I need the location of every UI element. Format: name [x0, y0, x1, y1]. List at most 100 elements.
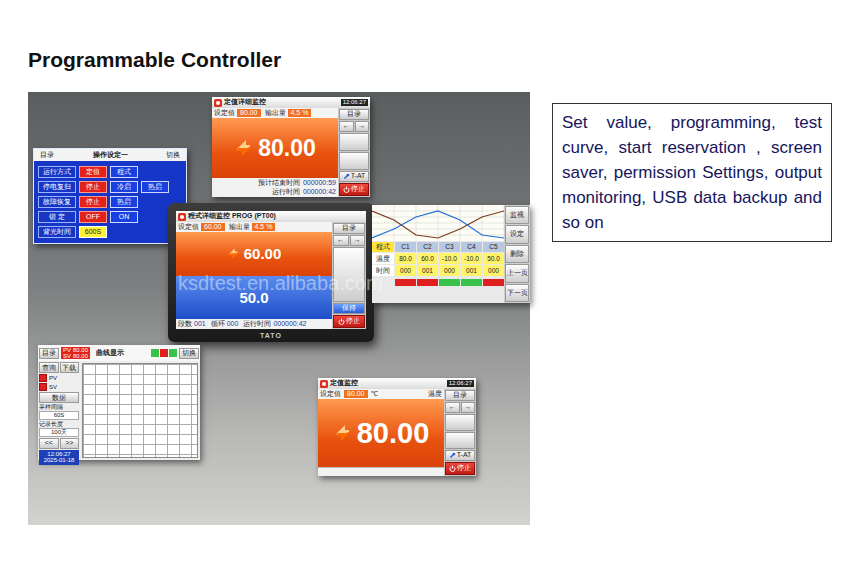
series-checkbox[interactable]: PV	[39, 374, 79, 382]
watermark: ksdtest.en.alibaba.com	[178, 272, 383, 295]
operation-screen: 目录操作设定一切换运行方式定值程式停电复归停止冷启热启故障恢复停止热启锁 定OF…	[33, 148, 187, 244]
side-button[interactable]: 上一页	[505, 264, 529, 282]
pv-panel: 80.00	[212, 118, 338, 178]
arrow-button[interactable]: →	[461, 402, 476, 413]
arrow-button[interactable]: ←	[445, 402, 460, 413]
arrow-button[interactable]: ←	[339, 121, 354, 132]
side-button[interactable]: 删除	[505, 245, 529, 263]
setting-row: 停电复归停止冷启热启	[38, 181, 182, 193]
program-detail-screen: 程式详细监控 PROG (PT00)设定值60.00输出量4.5 %60.005…	[176, 211, 366, 329]
reading-value: 4.5 %	[288, 109, 312, 117]
stop-button[interactable]: 停止	[445, 462, 475, 475]
side-button[interactable]: 设定	[505, 225, 529, 243]
setting-row: 故障恢复停止热启	[38, 196, 182, 208]
setting-option[interactable]: 停止	[79, 181, 107, 193]
setting-option[interactable]: OFF	[79, 211, 107, 223]
tune-button[interactable]: T-AT	[339, 171, 369, 182]
menu-button[interactable]: 目录	[37, 151, 57, 159]
checkbox[interactable]	[39, 383, 47, 391]
table-cell[interactable]: -10.0	[461, 253, 482, 264]
menu-button[interactable]: 目录	[445, 390, 475, 401]
checkbox[interactable]	[39, 374, 47, 382]
sv-value: 50.0	[239, 290, 268, 305]
setpoint-value[interactable]: 80.00	[344, 390, 368, 398]
status-indicator	[461, 279, 482, 286]
tool-button[interactable]: 下载	[60, 362, 80, 373]
setting-option[interactable]: 600S	[79, 226, 107, 238]
feature-description: Set value, programming, test curve, star…	[552, 103, 832, 242]
heat-cool-icon	[234, 138, 254, 158]
status-indicator	[483, 279, 504, 286]
wrench-icon	[343, 173, 350, 180]
info-value: 000000:42	[303, 188, 336, 196]
page-button[interactable]: <<	[39, 438, 59, 449]
setting-option[interactable]: 程式	[110, 166, 138, 178]
date-time: 12:06:272025-01-18	[39, 450, 79, 466]
table-cell[interactable]: 000	[439, 265, 460, 276]
arrow-button[interactable]: →	[355, 121, 370, 132]
status-indicator	[439, 279, 460, 286]
info-label: 段数	[178, 320, 192, 328]
setting-option[interactable]: ON	[110, 211, 138, 223]
curve-grid	[82, 363, 198, 458]
program-curve-screen: 程式C1C2C3C4C5温度80.060.0-10.0-10.050.0时间00…	[372, 205, 530, 303]
setting-option[interactable]: 冷启	[110, 181, 138, 193]
page-title: Programmable Controller	[0, 0, 847, 72]
wrench-icon	[449, 452, 456, 459]
side-button[interactable]: 监视	[505, 206, 529, 224]
side-button[interactable]: 下一页	[505, 284, 529, 302]
blank-button[interactable]	[333, 247, 365, 302]
setting-label: 故障恢复	[38, 196, 76, 208]
table-cell[interactable]: 001	[461, 265, 482, 276]
setting-option[interactable]: 热启	[110, 196, 138, 208]
field-value[interactable]: 100天	[39, 428, 79, 437]
blank-button[interactable]	[339, 133, 369, 151]
blank-button[interactable]	[445, 432, 475, 449]
blank-button[interactable]	[339, 152, 369, 170]
switch-button[interactable]: 切换	[163, 151, 183, 159]
screen-title: 定值监控	[330, 379, 358, 387]
blank-button[interactable]	[445, 414, 475, 431]
data-button[interactable]: 数据	[39, 392, 79, 403]
fixed-detail-screen: 定值详细监控12:06:27设定值80.00输出量4.5 %80.00预计结束时…	[212, 97, 370, 197]
field-value[interactable]: 60S	[39, 411, 79, 420]
column-header: C4	[461, 242, 482, 252]
setting-option[interactable]: 定值	[79, 166, 107, 178]
table-cell[interactable]: 001	[417, 265, 438, 276]
table-cell[interactable]: 50.0	[483, 253, 504, 264]
arrow-button[interactable]: →	[350, 235, 366, 246]
tune-button[interactable]: T-AT	[445, 450, 475, 461]
tool-button[interactable]: 查询	[39, 362, 59, 373]
table-cell[interactable]: 000	[395, 265, 416, 276]
column-header: C5	[483, 242, 504, 252]
stop-button[interactable]: 停止	[333, 315, 365, 328]
program-chart	[372, 205, 504, 241]
status-value: 80.00	[73, 347, 88, 353]
reading-value: 60.00	[201, 223, 225, 231]
setting-option[interactable]: 停止	[79, 196, 107, 208]
power-icon	[338, 318, 345, 325]
info-label: 预计结束时间	[258, 179, 300, 187]
table-cell[interactable]: 000	[483, 265, 504, 276]
stop-button[interactable]: 停止	[339, 183, 369, 196]
table-cell[interactable]: -10.0	[439, 253, 460, 264]
column-header: C2	[417, 242, 438, 252]
arrow-button[interactable]: ←	[333, 235, 349, 246]
table-cell[interactable]: 80.0	[395, 253, 416, 264]
level-bars	[151, 349, 177, 357]
page-button[interactable]: >>	[60, 438, 80, 449]
menu-button[interactable]: 目录	[339, 109, 369, 120]
hold-button[interactable]: 保持	[333, 303, 365, 314]
message-strip	[318, 467, 444, 476]
switch-button[interactable]: 切换	[179, 348, 199, 359]
clock: 12:06:27	[341, 99, 368, 106]
pv-value: 60.00	[244, 246, 282, 261]
menu-button[interactable]: 目录	[333, 223, 365, 234]
status-box: PV80.00SV80.00	[61, 347, 90, 360]
setting-option[interactable]: 热启	[141, 181, 169, 193]
power-icon	[343, 186, 350, 193]
table-cell[interactable]: 60.0	[417, 253, 438, 264]
menu-button[interactable]: 目录	[39, 348, 59, 359]
channel-label: 温度	[428, 390, 442, 398]
series-checkbox[interactable]: SV	[39, 383, 79, 391]
